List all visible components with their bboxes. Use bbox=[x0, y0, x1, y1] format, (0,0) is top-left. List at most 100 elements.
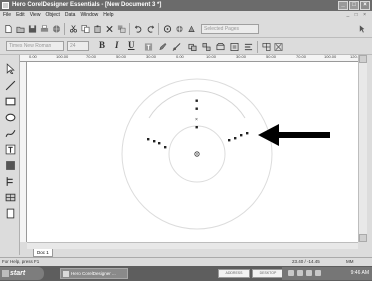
system-tray: 9:46 AM bbox=[282, 267, 372, 280]
status-bar: For Help, press F1 23.40 / -14.45 MM bbox=[0, 257, 372, 266]
property-bar: Times New Roman 24 B I U bbox=[0, 38, 372, 55]
menu-edit[interactable]: Edit bbox=[16, 11, 25, 19]
copy-icon[interactable] bbox=[80, 23, 91, 34]
guide-point[interactable] bbox=[153, 140, 156, 143]
group-icon[interactable] bbox=[187, 41, 198, 52]
help-pointer-icon[interactable] bbox=[357, 23, 368, 34]
guide-point[interactable] bbox=[228, 139, 231, 142]
tray-security-icon[interactable] bbox=[306, 270, 312, 276]
duplicate-icon[interactable] bbox=[116, 23, 127, 34]
globe-icon[interactable] bbox=[51, 23, 62, 34]
guide-point[interactable] bbox=[234, 137, 237, 140]
window-title: Hero CorelDesigner Essentials - [New Doc… bbox=[12, 2, 162, 8]
ruler-label: 50.00 bbox=[266, 54, 277, 59]
guide-point[interactable] bbox=[195, 99, 198, 102]
drawing-svg: × bbox=[121, 78, 330, 230]
close-button[interactable]: × bbox=[360, 1, 370, 10]
window-controls: _ □ × bbox=[338, 1, 370, 10]
menu-bar: File Edit View Object Data Window Help _… bbox=[0, 11, 372, 19]
text-format-icon[interactable] bbox=[143, 41, 154, 52]
guide-point[interactable] bbox=[164, 146, 167, 149]
guide-point[interactable] bbox=[195, 107, 198, 110]
guide-point[interactable] bbox=[147, 138, 150, 141]
menu-data[interactable]: Data bbox=[65, 11, 76, 19]
tray-app-icon[interactable] bbox=[315, 270, 321, 276]
horizontal-ruler[interactable]: 0.00 100.00 70.00 50.00 30.00 0.00 10.00… bbox=[20, 55, 366, 62]
drawing-canvas[interactable]: × bbox=[27, 62, 358, 242]
menu-view[interactable]: View bbox=[30, 11, 41, 19]
search-input[interactable]: Selected Pages bbox=[201, 24, 259, 34]
guide-point[interactable] bbox=[158, 142, 161, 145]
menu-help[interactable]: Help bbox=[103, 11, 113, 19]
ellipse-tool-icon[interactable] bbox=[4, 111, 16, 123]
toolbar-separator bbox=[257, 41, 258, 53]
taskbar-app-item[interactable]: Hero CorelDesigner ... bbox=[60, 268, 128, 279]
connector-tool-icon[interactable] bbox=[4, 175, 16, 187]
order-back-icon[interactable] bbox=[273, 41, 284, 52]
undo-icon[interactable] bbox=[133, 23, 144, 34]
order-front-icon[interactable] bbox=[261, 41, 272, 52]
italic-button[interactable]: I bbox=[115, 40, 119, 51]
ruler-label: 50.00 bbox=[116, 54, 127, 59]
standard-toolbar: Selected Pages bbox=[0, 19, 372, 38]
pencil-icon[interactable] bbox=[157, 41, 168, 52]
print-icon[interactable] bbox=[39, 23, 50, 34]
symbol-tool-icon[interactable] bbox=[4, 207, 16, 219]
align-icon[interactable] bbox=[243, 41, 254, 52]
ungroup-icon[interactable] bbox=[201, 41, 212, 52]
application-launcher-icon[interactable] bbox=[186, 23, 197, 34]
font-size-field[interactable]: 24 bbox=[67, 41, 89, 51]
freehand-tool-icon[interactable] bbox=[4, 127, 16, 139]
ruler-label: 70.00 bbox=[296, 54, 307, 59]
windows-logo-icon bbox=[2, 270, 9, 277]
tray-network-icon[interactable] bbox=[288, 270, 294, 276]
new-document-icon[interactable] bbox=[3, 23, 14, 34]
app-task-icon bbox=[63, 271, 69, 277]
maximize-button[interactable]: □ bbox=[349, 1, 359, 10]
menu-object[interactable]: Object bbox=[45, 11, 59, 19]
scroll-down-arrow[interactable] bbox=[359, 234, 367, 242]
open-folder-icon[interactable] bbox=[15, 23, 26, 34]
title-bar: Hero CorelDesigner Essentials - [New Doc… bbox=[0, 0, 372, 11]
menu-file[interactable]: File bbox=[3, 11, 11, 19]
guide-point[interactable] bbox=[246, 132, 249, 135]
vertical-ruler[interactable] bbox=[20, 62, 27, 242]
cut-icon[interactable] bbox=[68, 23, 79, 34]
underline-button[interactable]: U bbox=[128, 40, 135, 51]
tray-volume-icon[interactable] bbox=[297, 270, 303, 276]
vertical-scrollbar[interactable] bbox=[358, 55, 367, 242]
ruler-label: 0.00 bbox=[29, 54, 37, 59]
combine-icon[interactable] bbox=[215, 41, 226, 52]
horizontal-scrollbar[interactable] bbox=[27, 242, 358, 249]
scroll-up-arrow[interactable] bbox=[359, 55, 367, 63]
guide-point[interactable] bbox=[195, 126, 198, 129]
bold-button[interactable]: B bbox=[99, 40, 105, 51]
minimize-button[interactable]: _ bbox=[338, 1, 348, 10]
text-tool-icon[interactable] bbox=[4, 143, 16, 155]
desktop-toolbar[interactable]: DESKTOP bbox=[252, 269, 284, 278]
redo-icon[interactable] bbox=[145, 23, 156, 34]
address-toolbar[interactable]: ADDRESS bbox=[218, 269, 250, 278]
export-icon[interactable] bbox=[174, 23, 185, 34]
ruler-label: 100.00 bbox=[56, 54, 69, 59]
document-window-controls[interactable]: _ □ × bbox=[347, 11, 369, 19]
ruler-label: 30.00 bbox=[236, 54, 247, 59]
font-name-field[interactable]: Times New Roman bbox=[6, 41, 64, 51]
paste-icon[interactable] bbox=[92, 23, 103, 34]
break-apart-icon[interactable] bbox=[229, 41, 240, 52]
start-button[interactable]: start bbox=[0, 267, 44, 280]
guide-point[interactable] bbox=[240, 134, 243, 137]
page-tab[interactable]: Doc 1 bbox=[33, 249, 53, 257]
import-icon[interactable] bbox=[162, 23, 173, 34]
delete-icon[interactable] bbox=[104, 23, 115, 34]
line-tool-icon[interactable] bbox=[4, 79, 16, 91]
rectangle-tool-icon[interactable] bbox=[4, 95, 16, 107]
ruler-label: 0.00 bbox=[176, 54, 184, 59]
menu-window[interactable]: Window bbox=[80, 11, 98, 19]
line-style-icon[interactable] bbox=[171, 41, 182, 52]
pick-tool-icon[interactable] bbox=[4, 62, 16, 74]
fill-tool-icon[interactable] bbox=[4, 159, 16, 171]
app-icon[interactable] bbox=[2, 2, 9, 9]
table-tool-icon[interactable] bbox=[4, 191, 16, 203]
save-icon[interactable] bbox=[27, 23, 38, 34]
